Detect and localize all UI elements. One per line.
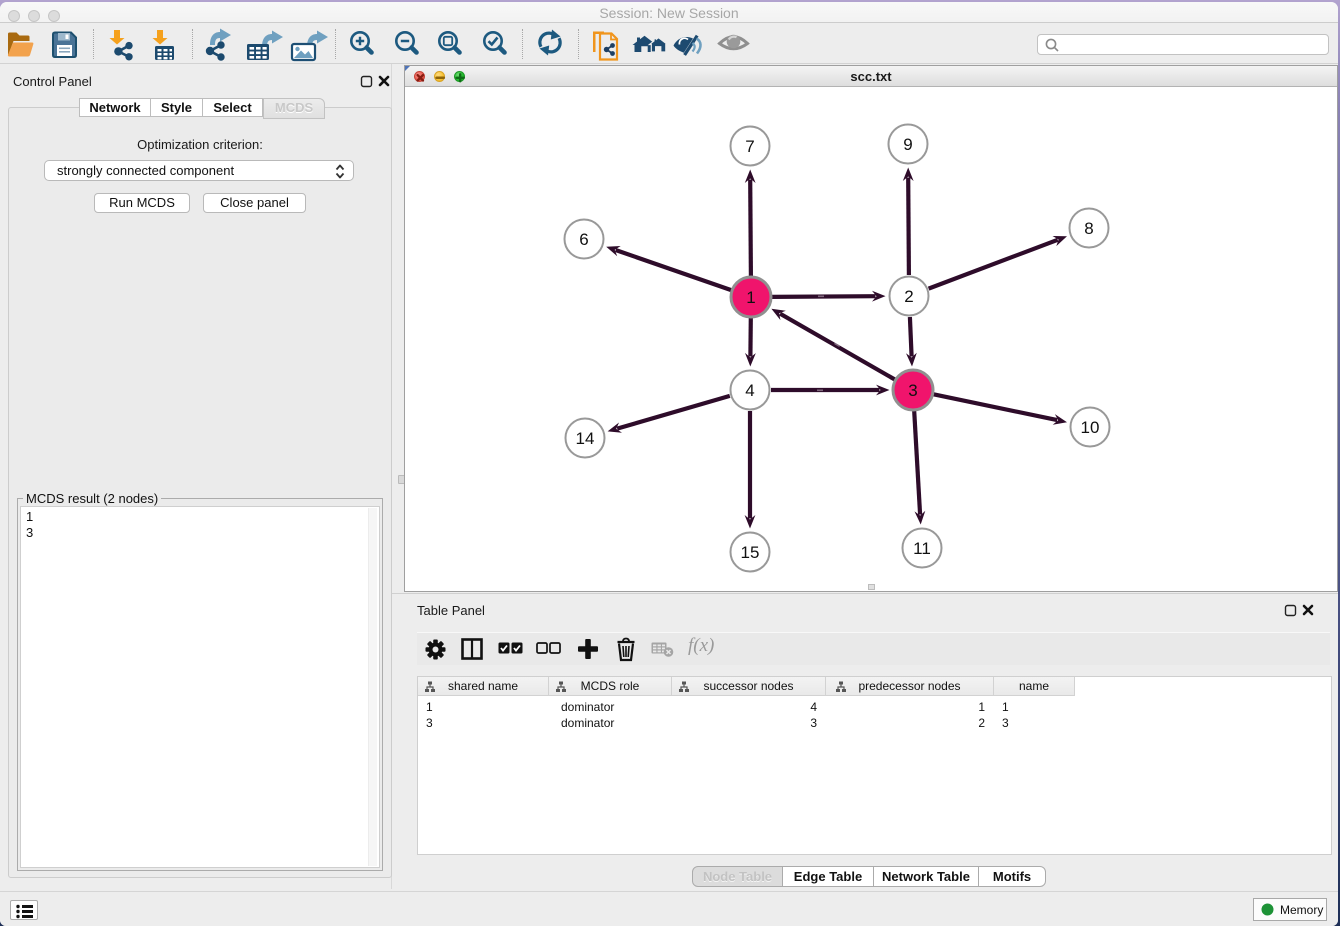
svg-text:4: 4 [745, 381, 754, 400]
svg-text:2: 2 [904, 287, 913, 306]
svg-text:9: 9 [903, 135, 912, 154]
svg-text:14: 14 [576, 429, 595, 448]
svg-text:1: 1 [746, 288, 755, 307]
svg-text:3: 3 [908, 381, 917, 400]
svg-text:8: 8 [1084, 219, 1093, 238]
svg-text:10: 10 [1081, 418, 1100, 437]
svg-text:6: 6 [579, 230, 588, 249]
svg-text:11: 11 [913, 539, 931, 558]
svg-text:7: 7 [745, 137, 754, 156]
svg-text:15: 15 [741, 543, 760, 562]
